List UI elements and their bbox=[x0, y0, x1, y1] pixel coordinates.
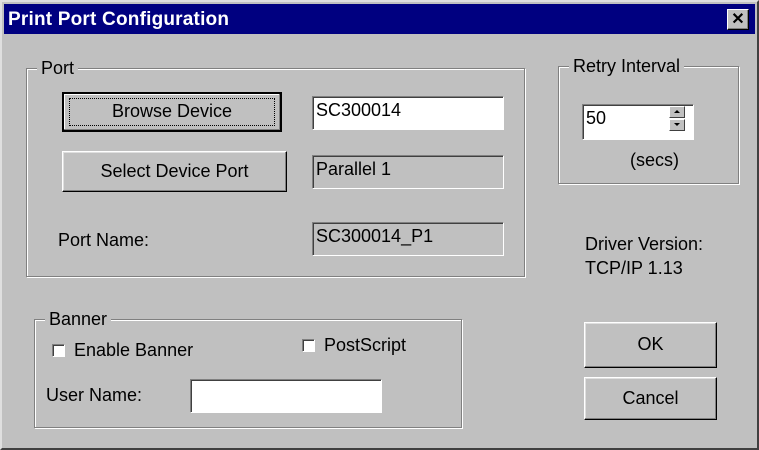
arrow-down-icon bbox=[674, 123, 680, 126]
retry-interval-label: Retry Interval bbox=[569, 55, 685, 77]
close-icon: ✕ bbox=[731, 11, 745, 28]
retry-unit-label: (secs) bbox=[630, 150, 679, 170]
retry-spin-down-button[interactable] bbox=[669, 119, 685, 131]
retry-spin-up-button[interactable] bbox=[669, 106, 685, 118]
arrow-up-icon bbox=[674, 110, 680, 113]
cancel-label: Cancel bbox=[622, 388, 679, 408]
port-name-value: SC300014_P1 bbox=[316, 226, 434, 246]
close-button[interactable]: ✕ bbox=[727, 9, 749, 30]
title-bar[interactable]: Print Port Configuration ✕ bbox=[4, 4, 755, 34]
port-name-label: Port Name: bbox=[58, 230, 150, 250]
user-name-input[interactable] bbox=[190, 379, 382, 413]
device-name-field[interactable]: SC300014 bbox=[312, 96, 504, 130]
ok-label: OK bbox=[637, 334, 664, 354]
user-name-label: User Name: bbox=[46, 385, 143, 405]
device-name-value: SC300014 bbox=[316, 100, 402, 120]
select-device-port-label: Select Device Port bbox=[100, 161, 249, 181]
port-group-label: Port bbox=[37, 57, 79, 79]
banner-group-label: Banner bbox=[45, 308, 112, 330]
driver-version-value: TCP/IP 1.13 bbox=[585, 258, 683, 278]
ok-button[interactable]: OK bbox=[584, 322, 717, 368]
enable-banner-label[interactable]: Enable Banner bbox=[74, 340, 193, 361]
port-name-field: SC300014_P1 bbox=[312, 222, 504, 256]
postscript-label[interactable]: PostScript bbox=[324, 335, 406, 356]
device-port-field: Parallel 1 bbox=[312, 155, 504, 189]
window-title: Print Port Configuration bbox=[8, 9, 230, 30]
enable-banner-checkbox[interactable] bbox=[52, 344, 65, 357]
postscript-checkbox[interactable] bbox=[302, 339, 315, 352]
print-port-config-dialog: Print Port Configuration ✕ Port Browse D… bbox=[0, 0, 759, 450]
device-port-value: Parallel 1 bbox=[316, 159, 392, 179]
browse-device-label: Browse Device bbox=[111, 101, 233, 121]
browse-device-button[interactable]: Browse Device bbox=[62, 92, 282, 132]
driver-version-label: Driver Version: bbox=[585, 234, 704, 254]
select-device-port-button[interactable]: Select Device Port bbox=[62, 151, 287, 192]
retry-interval-value: 50 bbox=[586, 108, 607, 128]
cancel-button[interactable]: Cancel bbox=[584, 377, 717, 420]
